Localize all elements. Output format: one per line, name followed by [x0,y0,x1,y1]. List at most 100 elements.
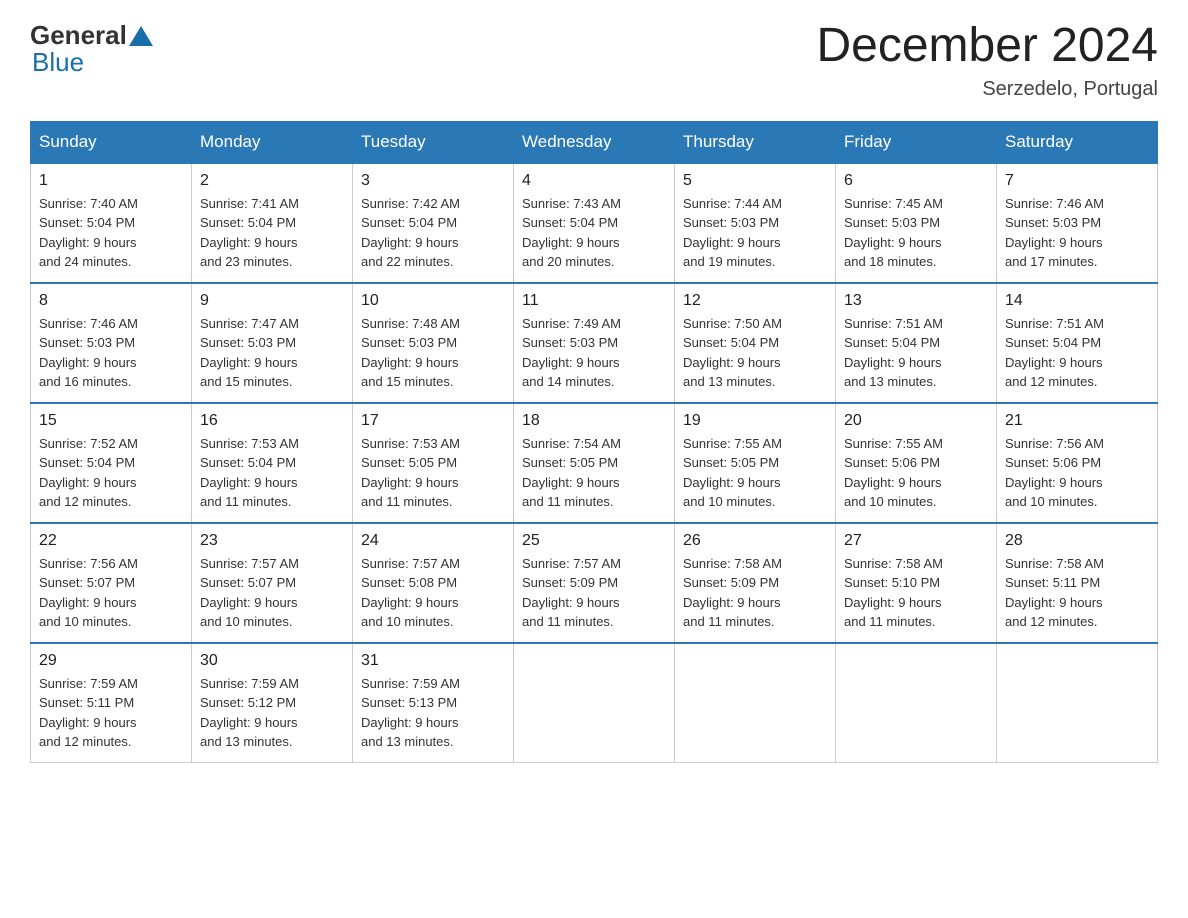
day-info: Sunrise: 7:48 AM Sunset: 5:03 PM Dayligh… [361,316,460,390]
day-number: 19 [683,412,827,430]
table-row: 19 Sunrise: 7:55 AM Sunset: 5:05 PM Dayl… [675,403,836,523]
day-info: Sunrise: 7:46 AM Sunset: 5:03 PM Dayligh… [1005,196,1104,270]
header-monday: Monday [192,121,353,163]
calendar-header: Sunday Monday Tuesday Wednesday Thursday… [31,121,1158,163]
day-number: 16 [200,412,344,430]
header-thursday: Thursday [675,121,836,163]
table-row [514,643,675,763]
table-row: 27 Sunrise: 7:58 AM Sunset: 5:10 PM Dayl… [836,523,997,643]
logo-icon [127,24,155,48]
day-info: Sunrise: 7:41 AM Sunset: 5:04 PM Dayligh… [200,196,299,270]
day-info: Sunrise: 7:58 AM Sunset: 5:11 PM Dayligh… [1005,556,1104,630]
table-row: 26 Sunrise: 7:58 AM Sunset: 5:09 PM Dayl… [675,523,836,643]
day-info: Sunrise: 7:40 AM Sunset: 5:04 PM Dayligh… [39,196,138,270]
day-info: Sunrise: 7:46 AM Sunset: 5:03 PM Dayligh… [39,316,138,390]
day-info: Sunrise: 7:53 AM Sunset: 5:05 PM Dayligh… [361,436,460,510]
day-info: Sunrise: 7:53 AM Sunset: 5:04 PM Dayligh… [200,436,299,510]
calendar-table: Sunday Monday Tuesday Wednesday Thursday… [30,121,1158,764]
day-number: 29 [39,652,183,670]
day-info: Sunrise: 7:59 AM Sunset: 5:12 PM Dayligh… [200,676,299,750]
header-tuesday: Tuesday [353,121,514,163]
table-row: 21 Sunrise: 7:56 AM Sunset: 5:06 PM Dayl… [997,403,1158,523]
day-info: Sunrise: 7:58 AM Sunset: 5:09 PM Dayligh… [683,556,782,630]
table-row: 14 Sunrise: 7:51 AM Sunset: 5:04 PM Dayl… [997,283,1158,403]
day-info: Sunrise: 7:56 AM Sunset: 5:07 PM Dayligh… [39,556,138,630]
table-row [675,643,836,763]
table-row: 13 Sunrise: 7:51 AM Sunset: 5:04 PM Dayl… [836,283,997,403]
day-info: Sunrise: 7:49 AM Sunset: 5:03 PM Dayligh… [522,316,621,390]
table-row: 17 Sunrise: 7:53 AM Sunset: 5:05 PM Dayl… [353,403,514,523]
table-row: 31 Sunrise: 7:59 AM Sunset: 5:13 PM Dayl… [353,643,514,763]
table-row: 3 Sunrise: 7:42 AM Sunset: 5:04 PM Dayli… [353,163,514,283]
page-header: General Blue December 2024 Serzedelo, Po… [30,20,1158,101]
table-row: 24 Sunrise: 7:57 AM Sunset: 5:08 PM Dayl… [353,523,514,643]
month-title: December 2024 [816,20,1158,73]
header-wednesday: Wednesday [514,121,675,163]
table-row: 1 Sunrise: 7:40 AM Sunset: 5:04 PM Dayli… [31,163,192,283]
day-number: 28 [1005,532,1149,550]
table-row: 22 Sunrise: 7:56 AM Sunset: 5:07 PM Dayl… [31,523,192,643]
day-number: 6 [844,172,988,190]
day-info: Sunrise: 7:51 AM Sunset: 5:04 PM Dayligh… [1005,316,1104,390]
day-info: Sunrise: 7:57 AM Sunset: 5:08 PM Dayligh… [361,556,460,630]
table-row: 11 Sunrise: 7:49 AM Sunset: 5:03 PM Dayl… [514,283,675,403]
table-row: 20 Sunrise: 7:55 AM Sunset: 5:06 PM Dayl… [836,403,997,523]
day-info: Sunrise: 7:43 AM Sunset: 5:04 PM Dayligh… [522,196,621,270]
day-info: Sunrise: 7:44 AM Sunset: 5:03 PM Dayligh… [683,196,782,270]
header-friday: Friday [836,121,997,163]
day-info: Sunrise: 7:47 AM Sunset: 5:03 PM Dayligh… [200,316,299,390]
table-row: 30 Sunrise: 7:59 AM Sunset: 5:12 PM Dayl… [192,643,353,763]
day-number: 20 [844,412,988,430]
title-area: December 2024 Serzedelo, Portugal [816,20,1158,101]
day-info: Sunrise: 7:52 AM Sunset: 5:04 PM Dayligh… [39,436,138,510]
day-info: Sunrise: 7:55 AM Sunset: 5:06 PM Dayligh… [844,436,943,510]
day-number: 14 [1005,292,1149,310]
header-saturday: Saturday [997,121,1158,163]
table-row: 10 Sunrise: 7:48 AM Sunset: 5:03 PM Dayl… [353,283,514,403]
table-row: 7 Sunrise: 7:46 AM Sunset: 5:03 PM Dayli… [997,163,1158,283]
table-row [836,643,997,763]
day-number: 24 [361,532,505,550]
day-number: 31 [361,652,505,670]
day-number: 2 [200,172,344,190]
day-number: 5 [683,172,827,190]
day-number: 11 [522,292,666,310]
day-number: 26 [683,532,827,550]
table-row: 28 Sunrise: 7:58 AM Sunset: 5:11 PM Dayl… [997,523,1158,643]
day-number: 21 [1005,412,1149,430]
table-row: 29 Sunrise: 7:59 AM Sunset: 5:11 PM Dayl… [31,643,192,763]
day-number: 4 [522,172,666,190]
table-row: 15 Sunrise: 7:52 AM Sunset: 5:04 PM Dayl… [31,403,192,523]
table-row: 12 Sunrise: 7:50 AM Sunset: 5:04 PM Dayl… [675,283,836,403]
day-info: Sunrise: 7:57 AM Sunset: 5:07 PM Dayligh… [200,556,299,630]
table-row: 5 Sunrise: 7:44 AM Sunset: 5:03 PM Dayli… [675,163,836,283]
day-number: 9 [200,292,344,310]
table-row [997,643,1158,763]
day-number: 25 [522,532,666,550]
day-number: 15 [39,412,183,430]
day-info: Sunrise: 7:56 AM Sunset: 5:06 PM Dayligh… [1005,436,1104,510]
table-row: 6 Sunrise: 7:45 AM Sunset: 5:03 PM Dayli… [836,163,997,283]
calendar-body: 1 Sunrise: 7:40 AM Sunset: 5:04 PM Dayli… [31,163,1158,763]
table-row: 4 Sunrise: 7:43 AM Sunset: 5:04 PM Dayli… [514,163,675,283]
table-row: 16 Sunrise: 7:53 AM Sunset: 5:04 PM Dayl… [192,403,353,523]
day-number: 23 [200,532,344,550]
day-info: Sunrise: 7:50 AM Sunset: 5:04 PM Dayligh… [683,316,782,390]
day-number: 27 [844,532,988,550]
day-info: Sunrise: 7:58 AM Sunset: 5:10 PM Dayligh… [844,556,943,630]
day-info: Sunrise: 7:54 AM Sunset: 5:05 PM Dayligh… [522,436,621,510]
logo-blue-text: Blue [32,47,84,77]
day-info: Sunrise: 7:42 AM Sunset: 5:04 PM Dayligh… [361,196,460,270]
day-number: 18 [522,412,666,430]
day-info: Sunrise: 7:45 AM Sunset: 5:03 PM Dayligh… [844,196,943,270]
day-number: 17 [361,412,505,430]
day-number: 10 [361,292,505,310]
table-row: 25 Sunrise: 7:57 AM Sunset: 5:09 PM Dayl… [514,523,675,643]
day-info: Sunrise: 7:51 AM Sunset: 5:04 PM Dayligh… [844,316,943,390]
table-row: 23 Sunrise: 7:57 AM Sunset: 5:07 PM Dayl… [192,523,353,643]
day-number: 13 [844,292,988,310]
day-info: Sunrise: 7:55 AM Sunset: 5:05 PM Dayligh… [683,436,782,510]
day-info: Sunrise: 7:59 AM Sunset: 5:11 PM Dayligh… [39,676,138,750]
table-row: 18 Sunrise: 7:54 AM Sunset: 5:05 PM Dayl… [514,403,675,523]
day-number: 22 [39,532,183,550]
